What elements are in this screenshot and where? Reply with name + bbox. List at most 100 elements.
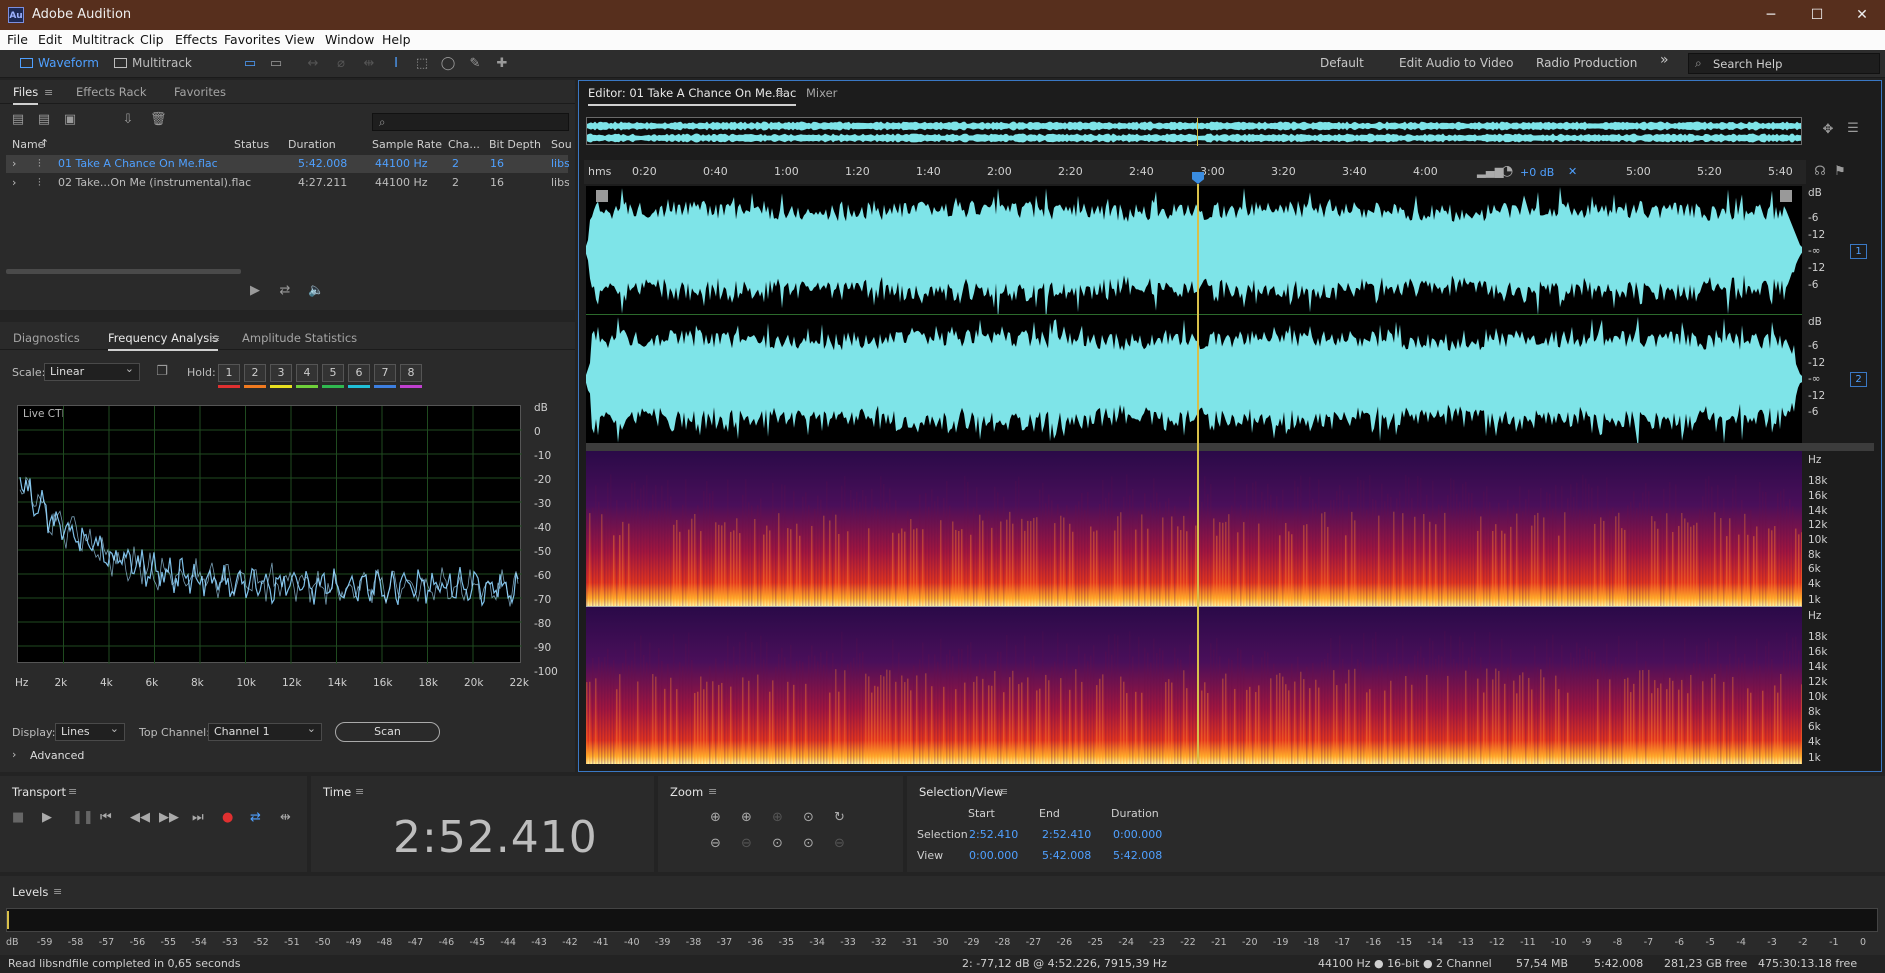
play-preview-icon[interactable]: ▶: [247, 283, 263, 299]
delete-icon[interactable]: 🗑: [150, 112, 167, 128]
analysis-menu-icon[interactable]: ≡: [211, 332, 220, 345]
col-status[interactable]: Status: [234, 138, 269, 151]
view-end[interactable]: 5:42.008: [1042, 849, 1091, 862]
zoom-out-point-icon[interactable]: ⊙: [803, 836, 814, 851]
workspace-more-button[interactable]: »: [1660, 52, 1669, 68]
hold-8-button[interactable]: 8: [400, 364, 422, 382]
autoplay-icon[interactable]: 🔈: [308, 283, 324, 299]
zoom-menu-icon[interactable]: ≡: [708, 785, 717, 798]
zoom-selection-icon[interactable]: ⊙: [772, 836, 783, 851]
hold-4-button[interactable]: 4: [296, 364, 318, 382]
tab-mixer[interactable]: Mixer: [806, 86, 837, 100]
expand-icon[interactable]: ›: [12, 176, 16, 189]
stop-icon[interactable]: ■: [12, 810, 24, 825]
hold-5-button[interactable]: 5: [322, 364, 344, 382]
tab-files[interactable]: Files: [13, 85, 39, 105]
move-tool-icon[interactable]: ↔: [305, 56, 321, 72]
hud-volume[interactable]: ▂▄▆ ◔ +0 dB ✕: [1464, 163, 1584, 183]
copy-graph-icon[interactable]: ❐: [154, 364, 170, 380]
go-to-end-icon[interactable]: ⏭: [192, 810, 204, 825]
hold-2-button[interactable]: 2: [244, 364, 266, 382]
view-splitter[interactable]: [586, 443, 1874, 451]
hold-6-button[interactable]: 6: [348, 364, 370, 382]
menu-multitrack[interactable]: Multitrack: [72, 32, 134, 47]
channel-1-toggle[interactable]: 1: [1850, 244, 1867, 259]
tab-frequency-analysis[interactable]: Frequency Analysis: [108, 331, 219, 351]
maximize-button[interactable]: ☐: [1794, 0, 1840, 30]
tab-amplitude-statistics[interactable]: Amplitude Statistics: [242, 331, 357, 345]
view-start[interactable]: 0:00.000: [969, 849, 1018, 862]
zoom-in-point-icon[interactable]: ⊙: [803, 810, 814, 825]
pitch-display-icon[interactable]: ▭: [268, 56, 284, 72]
tab-diagnostics[interactable]: Diagnostics: [13, 331, 80, 345]
search-help-box[interactable]: ⌕ Search Help: [1688, 53, 1880, 74]
spot-healing-icon[interactable]: ✚: [494, 56, 510, 72]
waveform-mode-button[interactable]: Waveform: [14, 53, 107, 74]
tab-effects-rack[interactable]: Effects Rack: [76, 85, 147, 99]
hold-1-button[interactable]: 1: [218, 364, 240, 382]
panel-options-icon[interactable]: ☰: [1845, 121, 1861, 137]
marquee-tool-icon[interactable]: ⬚: [414, 56, 430, 72]
time-selection-tool-icon[interactable]: I: [388, 56, 404, 72]
menu-edit[interactable]: Edit: [38, 32, 62, 47]
workspace-radio-production[interactable]: Radio Production: [1536, 56, 1637, 70]
current-time-display[interactable]: 2:52.410: [393, 812, 598, 863]
selection-duration[interactable]: 0:00.000: [1113, 828, 1162, 841]
top-channel-dropdown[interactable]: Channel 1: [208, 721, 322, 741]
close-button[interactable]: ✕: [1839, 0, 1885, 30]
selection-start[interactable]: 2:52.410: [969, 828, 1018, 841]
advanced-toggle[interactable]: Advanced: [30, 749, 84, 762]
razor-tool-icon[interactable]: ⌀: [333, 56, 349, 72]
marker-icon[interactable]: ⚑: [1832, 164, 1848, 180]
pause-icon[interactable]: ❚❚: [72, 810, 94, 825]
brush-tool-icon[interactable]: ✎: [467, 56, 483, 72]
col-source[interactable]: Sou: [551, 138, 572, 151]
zoom-out-amplitude-icon[interactable]: ⊖: [710, 836, 721, 851]
playhead[interactable]: [1197, 184, 1199, 764]
play-icon[interactable]: ▶: [42, 810, 52, 825]
workspace-edit-audio-to-video[interactable]: Edit Audio to Video: [1399, 56, 1513, 70]
zoom-in-amplitude-icon[interactable]: ⊕: [710, 810, 721, 825]
tab-editor[interactable]: Editor: 01 Take A Chance On Me.flac: [588, 86, 797, 106]
levels-menu-icon[interactable]: ≡: [53, 885, 62, 898]
files-scrollbar[interactable]: [6, 269, 241, 274]
menu-favorites[interactable]: Favorites: [224, 32, 280, 47]
tab-favorites[interactable]: Favorites: [174, 85, 226, 99]
selection-menu-icon[interactable]: ≡: [999, 785, 1008, 798]
transport-menu-icon[interactable]: ≡: [68, 785, 77, 798]
volume-knob-icon[interactable]: ◔: [1501, 163, 1513, 179]
col-duration[interactable]: Duration: [288, 138, 336, 151]
search-help-input[interactable]: Search Help: [1713, 57, 1782, 71]
zoom-out-full-icon[interactable]: ⊕: [772, 810, 783, 825]
view-duration[interactable]: 5:42.008: [1113, 849, 1162, 862]
loop-preview-icon[interactable]: ⇄: [277, 283, 293, 299]
scale-dropdown[interactable]: Linear: [44, 361, 140, 381]
frequency-graph[interactable]: Live CTI: [17, 405, 522, 664]
spectral-display-icon[interactable]: ▭: [242, 56, 258, 72]
hold-3-button[interactable]: 3: [270, 364, 292, 382]
channel-2-toggle[interactable]: 2: [1850, 372, 1867, 387]
overview-bar[interactable]: [586, 117, 1802, 146]
multitrack-mode-button[interactable]: Multitrack: [108, 53, 200, 74]
scan-button[interactable]: Scan: [335, 722, 440, 742]
zoom-in-time-icon[interactable]: ⊕: [741, 810, 752, 825]
fast-forward-icon[interactable]: ▶▶: [159, 810, 179, 825]
menu-help[interactable]: Help: [382, 32, 411, 47]
menu-view[interactable]: View: [285, 32, 315, 47]
record-icon[interactable]: ●: [222, 810, 233, 825]
minimize-button[interactable]: ─: [1748, 0, 1794, 30]
col-channels[interactable]: Cha...: [448, 138, 480, 151]
headphones-icon[interactable]: ☊: [1812, 164, 1828, 180]
files-menu-icon[interactable]: ≡: [44, 86, 53, 99]
file-row[interactable]: › ⫶ 02 Take...On Me (instrumental).flac …: [6, 174, 569, 192]
pin-hud-icon[interactable]: ✕: [1568, 165, 1577, 178]
lasso-tool-icon[interactable]: ◯: [440, 56, 456, 72]
menu-effects[interactable]: Effects: [175, 32, 218, 47]
open-append-icon[interactable]: ▤: [36, 112, 52, 128]
time-menu-icon[interactable]: ≡: [355, 785, 364, 798]
waveform-channel-1[interactable]: [586, 186, 1802, 314]
files-search-input[interactable]: ⌕: [372, 113, 569, 131]
go-to-start-icon[interactable]: ⏮: [100, 810, 112, 825]
zoom-out-time-icon[interactable]: ⊖: [741, 836, 752, 851]
zoom-to-selection-icon[interactable]: ⊖: [834, 836, 845, 851]
